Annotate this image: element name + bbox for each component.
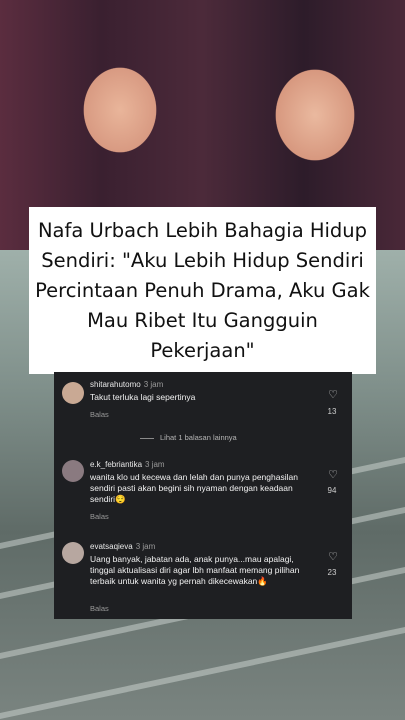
avatar[interactable]: [62, 382, 84, 404]
view-more-replies[interactable]: Lihat 1 balasan lainnya: [140, 433, 237, 442]
divider-line: [140, 437, 154, 439]
reply-button[interactable]: Balas: [90, 512, 109, 521]
reply-button[interactable]: Balas: [90, 410, 109, 419]
view-more-replies-label: Lihat 1 balasan lainnya: [160, 433, 237, 442]
comment-text: Uang banyak, jabatan ada, anak punya...m…: [90, 554, 300, 586]
comment-time: 3 jam: [145, 460, 165, 469]
comment-meta: e.k_febriantika 3 jam: [90, 460, 165, 469]
comment-username[interactable]: evatsaqieva: [90, 542, 133, 551]
comment-time: 3 jam: [135, 542, 156, 551]
comments-panel: shitarahutomo 3 jam Takut terluka lagi se…: [54, 372, 352, 619]
like-count: 13: [327, 407, 337, 416]
comment-text: wanita klo ud kecewa dan lelah dan punya…: [90, 472, 298, 504]
comment-meta: shitarahutomo 3 jam: [90, 380, 163, 389]
like-count: 23: [327, 568, 337, 577]
avatar[interactable]: [62, 542, 84, 564]
heart-outline-icon[interactable]: ♡: [326, 550, 340, 563]
headline-text: Nafa Urbach Lebih Bahagia Hidup Sendiri:…: [35, 218, 370, 362]
headline-box: Nafa Urbach Lebih Bahagia Hidup Sendiri:…: [29, 207, 376, 374]
avatar[interactable]: [62, 460, 84, 482]
comment-text: Takut terluka lagi sepertinya: [90, 392, 196, 402]
comment-username[interactable]: e.k_febriantika: [90, 460, 142, 469]
comment-time: 3 jam: [143, 380, 164, 389]
like-count: 94: [327, 486, 337, 495]
reply-button[interactable]: Balas: [90, 604, 109, 613]
heart-outline-icon[interactable]: ♡: [326, 388, 340, 401]
comment-meta: evatsaqieva 3 jam: [90, 542, 155, 551]
comment-username[interactable]: shitarahutomo: [90, 380, 141, 389]
heart-outline-icon[interactable]: ♡: [326, 468, 340, 481]
